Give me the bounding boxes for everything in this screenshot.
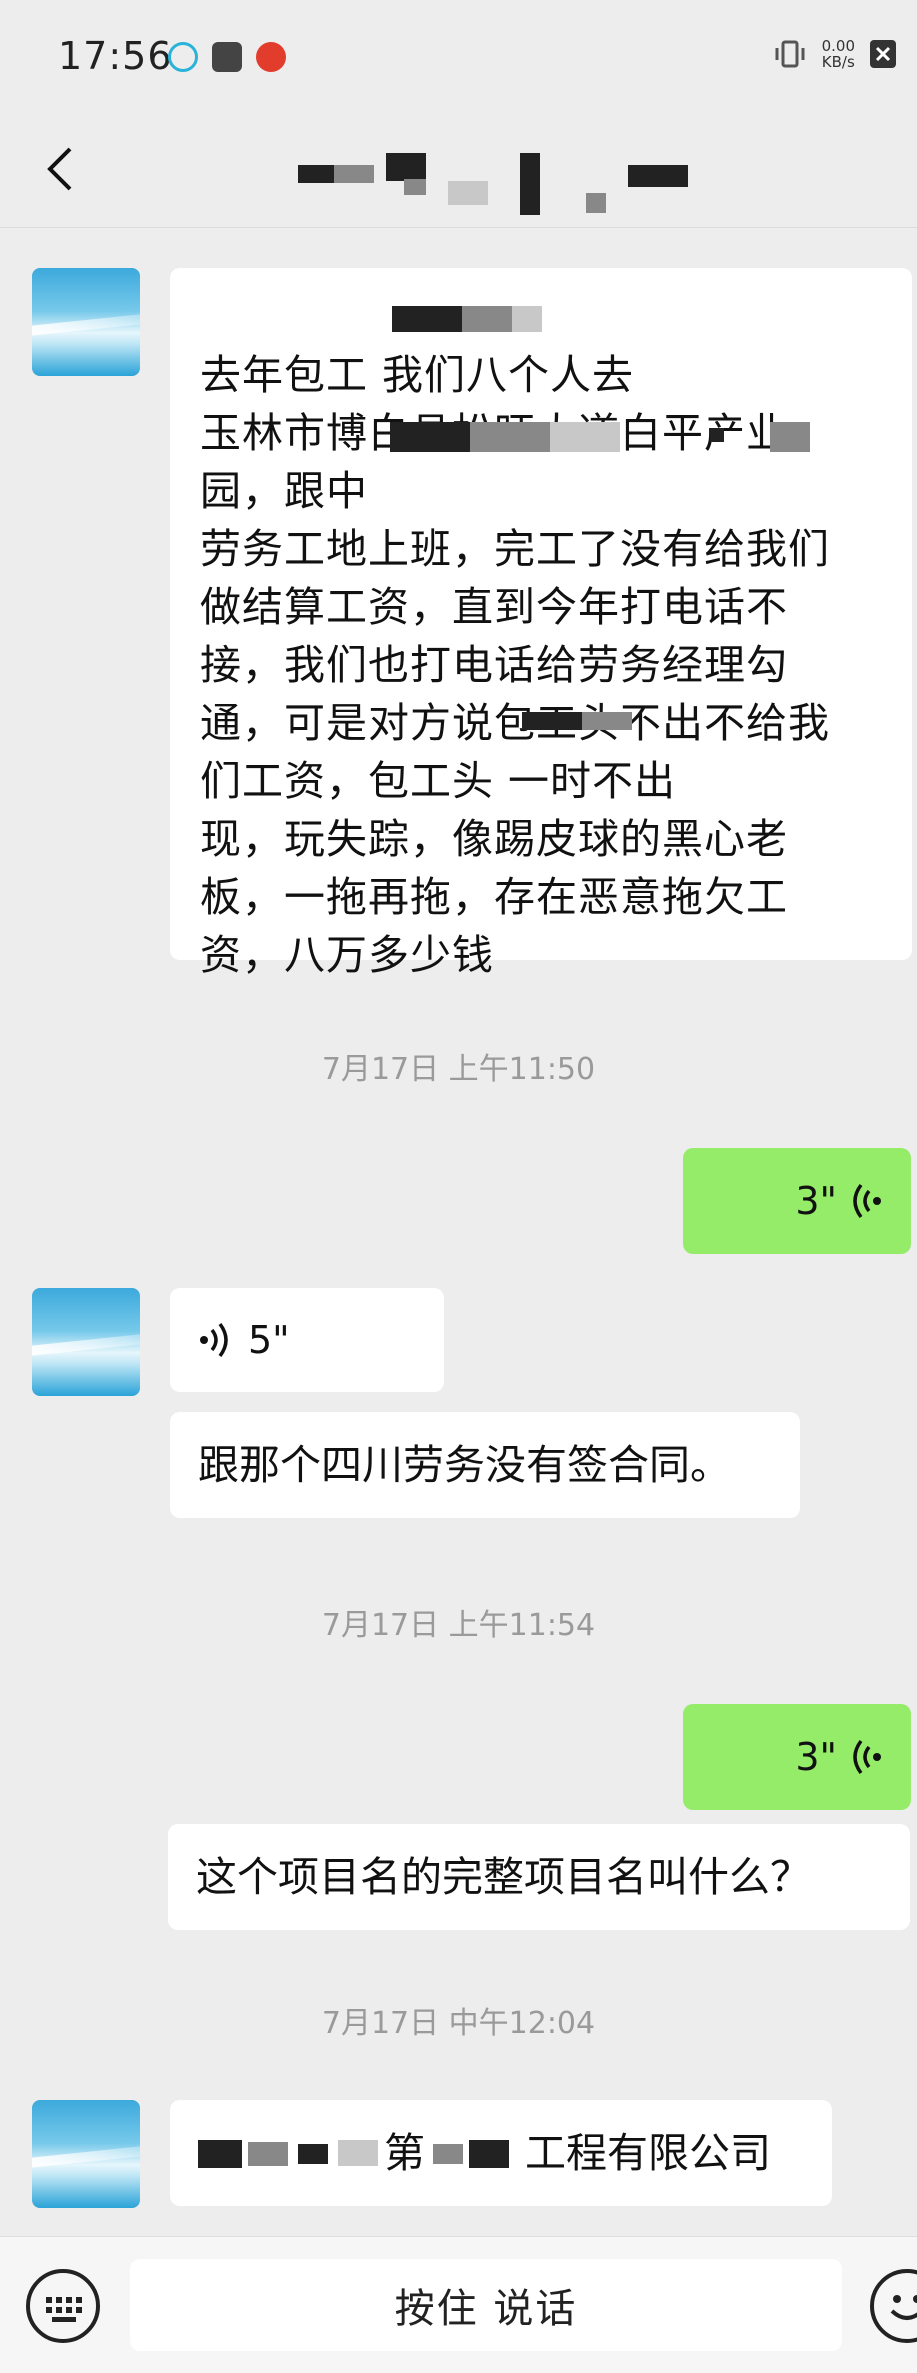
message-text: 工程有限公司 [525,2129,771,2177]
contact-avatar[interactable] [32,268,140,376]
redacted-text [198,2134,384,2172]
wallet-icon [212,42,242,72]
chat-title [298,153,718,215]
input-bar: 按住 说话 [0,2236,917,2373]
net-speed: 0.00 KB/s [822,38,855,70]
incoming-text-message[interactable]: 跟那个四川劳务没有签合同。 [170,1412,800,1518]
status-right-group: 0.00 KB/s [772,38,897,70]
outgoing-text-message[interactable]: 这个项目名的完整项目名叫什么？ [168,1824,910,1930]
message-text: 跟那个四川劳务没有签合同。 [198,1441,731,1489]
voice-wave-icon [853,1183,881,1219]
message-text: 这个项目名的完整项目名叫什么？ [196,1853,811,1901]
status-time: 17:56 [58,34,173,78]
vibrate-icon [775,40,805,68]
incoming-text-message[interactable]: 第 工程有限公司 [170,2100,832,2206]
contact-avatar[interactable] [32,1288,140,1396]
back-icon[interactable] [40,139,80,199]
keyboard-icon[interactable] [26,2269,100,2343]
timestamp: 7月17日 上午11:54 [321,1608,596,1643]
contact-avatar[interactable] [32,2100,140,2208]
close-box-icon [870,40,896,68]
voice-wave-icon [200,1322,228,1358]
voice-duration: 5" [248,1318,290,1362]
net-speed-value: 0.00 [821,37,855,55]
chat-title-bar [0,115,917,228]
incoming-text-message[interactable]: 去年包工 我们八个人去 玉林市博白县松旺大道白平产业 园，跟中 劳务工地上班，完… [170,268,912,979]
outgoing-voice-message[interactable]: 3" [683,1704,911,1810]
voice-wave-icon [853,1739,881,1775]
hold-to-talk-label: 按住 说话 [394,2286,578,2332]
net-speed-unit: KB/s [821,53,855,71]
redacted-text [425,2134,525,2172]
hold-to-talk-button[interactable]: 按住 说话 [130,2259,842,2351]
voice-duration: 3" [795,1179,837,1223]
incoming-voice-message[interactable]: 5" [170,1288,444,1392]
status-bar: 17:56 0.00 KB/s [0,0,917,115]
emoji-icon[interactable] [870,2269,917,2343]
timestamp: 7月17日 上午11:50 [321,1052,596,1087]
qq-browser-icon [168,42,198,72]
weibo-icon [256,42,286,72]
voice-duration: 3" [795,1735,837,1779]
message-text: 第 [384,2129,425,2177]
timestamp: 7月17日 中午12:04 [321,2006,596,2041]
outgoing-voice-message[interactable]: 3" [683,1148,911,1254]
